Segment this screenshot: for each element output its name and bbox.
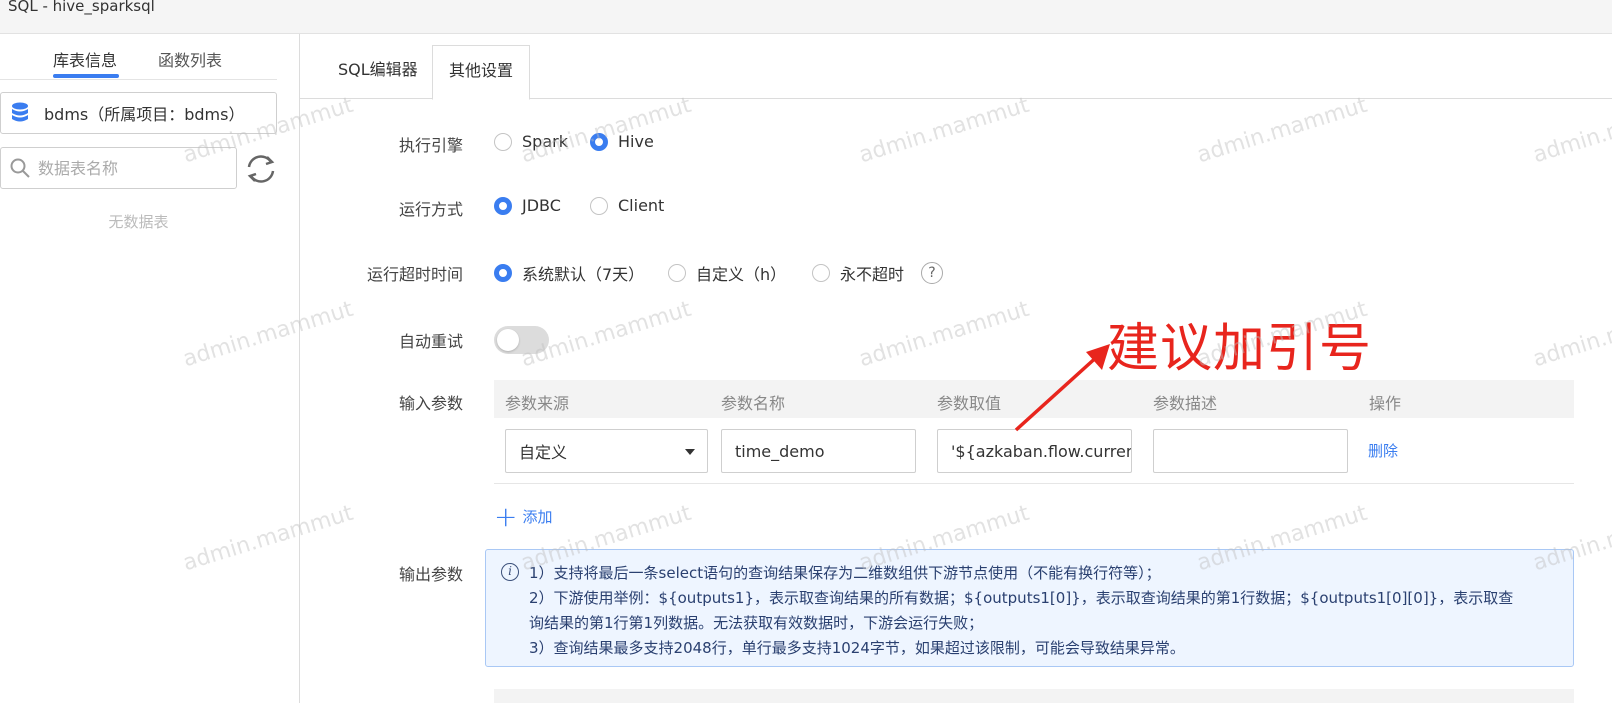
watermark: admin.mammut	[518, 92, 695, 169]
timeout-label: 运行超时时间	[366, 265, 463, 284]
delete-param-link[interactable]: 删除	[1368, 440, 1398, 461]
output-params-info: i 1）支持将最后一条select语句的查询结果保存为二维数组供下游节点使用（不…	[485, 549, 1574, 667]
tab-other-settings[interactable]: 其他设置	[432, 45, 531, 100]
search-icon	[10, 158, 30, 178]
info-line: 询结果的第1行第1列数据。无法获取有效数据时，下游会运行失败；	[529, 614, 984, 632]
col-source: 参数来源	[505, 394, 570, 413]
active-tab-indicator	[53, 74, 119, 78]
col-name: 参数名称	[721, 394, 786, 413]
radio-label: Spark	[522, 132, 568, 151]
tab-function-list[interactable]: 函数列表	[158, 47, 222, 71]
radio-spark[interactable]: Spark	[494, 132, 568, 151]
radio-timeout-never[interactable]: 永不超时	[812, 261, 904, 285]
radio-indicator	[590, 196, 608, 215]
radio-indicator	[494, 132, 512, 151]
output-params-header	[494, 689, 1574, 703]
radio-label: 系统默认（7天）	[522, 265, 645, 284]
annotation-text: 建议加引号	[1107, 319, 1373, 379]
plus-icon: +	[494, 499, 518, 533]
auto-retry-label: 自动重试	[398, 332, 463, 351]
database-icon	[12, 102, 28, 122]
input-params-label: 输入参数	[398, 394, 463, 413]
database-label: bdms（所属项目：bdms）	[44, 105, 245, 124]
watermark: admin.mammut	[1530, 92, 1612, 169]
radio-label: Client	[618, 196, 665, 215]
param-name-input[interactable]: time_demo	[721, 429, 916, 473]
add-param-button[interactable]: + 添加	[494, 499, 553, 533]
param-description-input[interactable]	[1153, 429, 1348, 473]
info-line: 3）查询结果最多支持2048行，单行最多支持1024字节，如果超过该限制，可能会…	[529, 639, 1185, 657]
row-divider	[494, 483, 1574, 484]
col-description: 参数描述	[1153, 394, 1218, 413]
tab-table-info[interactable]: 库表信息	[53, 47, 117, 71]
radio-indicator	[494, 264, 512, 282]
refresh-icon[interactable]	[244, 152, 278, 186]
search-input[interactable]	[38, 158, 228, 178]
watermark: admin.mammut	[856, 296, 1033, 373]
add-param-label: 添加	[522, 508, 553, 526]
param-value-value: '${azkaban.flow.curren	[951, 441, 1132, 461]
radio-indicator	[812, 264, 830, 282]
empty-tables-text: 无数据表	[108, 213, 169, 231]
radio-indicator	[668, 264, 686, 282]
chevron-down-icon	[685, 449, 695, 455]
radio-timeout-default[interactable]: 系统默认（7天）	[494, 261, 644, 285]
main-tabs: SQL编辑器 其他设置	[300, 34, 1612, 100]
info-line: 1）支持将最后一条select语句的查询结果保存为二维数组供下游节点使用（不能有…	[529, 564, 1161, 582]
radio-label: JDBC	[522, 196, 561, 215]
help-icon[interactable]: ?	[921, 262, 943, 284]
radio-timeout-custom[interactable]: 自定义（h）	[668, 261, 786, 285]
radio-label: 自定义（h）	[696, 265, 787, 284]
auto-retry-toggle[interactable]	[494, 326, 549, 354]
sidebar-tabs: 库表信息 函数列表	[0, 34, 277, 80]
radio-client[interactable]: Client	[590, 196, 664, 215]
param-source-select[interactable]: 自定义	[505, 429, 708, 473]
database-selector[interactable]: bdms（所属项目：bdms）	[0, 92, 277, 134]
toggle-knob	[497, 329, 519, 351]
watermark: admin.mammut	[1194, 92, 1371, 169]
radio-label: Hive	[618, 132, 654, 151]
output-params-label: 输出参数	[398, 565, 463, 584]
col-action: 操作	[1369, 394, 1402, 413]
window-title: SQL - hive_sparksql	[8, 0, 155, 15]
watermark: admin.mammut	[856, 92, 1033, 169]
tab-sql-editor[interactable]: SQL编辑器	[322, 45, 434, 100]
annotation-arrow-icon	[1014, 344, 1110, 432]
sidebar: 库表信息 函数列表 bdms（所属项目：bdms） 无数据表	[0, 34, 300, 703]
engine-label: 执行引擎	[398, 136, 463, 155]
info-icon: i	[501, 563, 519, 581]
param-source-value: 自定义	[519, 443, 568, 462]
param-name-value: time_demo	[735, 441, 825, 461]
radio-indicator	[494, 196, 512, 215]
table-search[interactable]	[0, 147, 237, 189]
radio-indicator	[590, 132, 608, 151]
radio-jdbc[interactable]: JDBC	[494, 196, 561, 215]
run-mode-label: 运行方式	[398, 200, 463, 219]
col-value: 参数取值	[937, 394, 1002, 413]
watermark: admin.mammut	[1530, 296, 1612, 373]
title-bar: SQL - hive_sparksql	[0, 0, 1612, 34]
info-line: 2）下游使用举例：${outputs1}，表示取查询结果的所有数据；${outp…	[529, 589, 1514, 607]
radio-hive[interactable]: Hive	[590, 132, 654, 151]
radio-label: 永不超时	[840, 265, 905, 284]
